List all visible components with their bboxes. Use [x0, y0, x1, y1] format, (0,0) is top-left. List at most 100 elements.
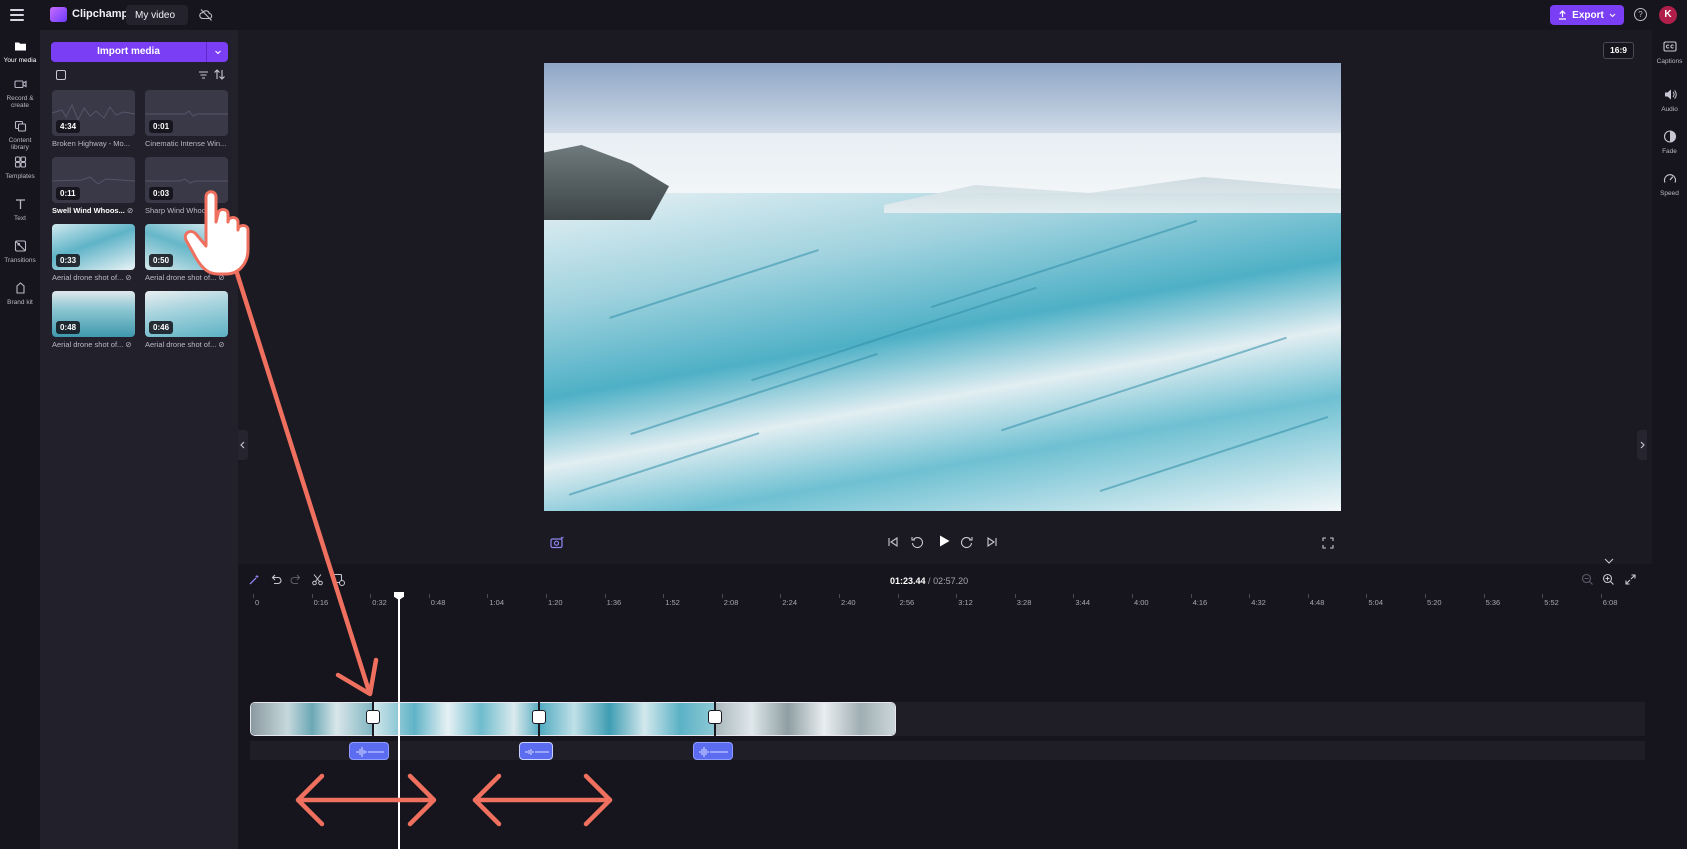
media-duration: 0:01	[149, 120, 174, 133]
media-thumbnail: 0:50	[145, 224, 228, 270]
audio-clip[interactable]	[693, 742, 733, 760]
video-clip[interactable]	[715, 703, 895, 735]
rail-label: Templates	[5, 173, 35, 180]
rail-label: Transitions	[4, 257, 36, 264]
rail-item-record-create[interactable]: Record & create	[0, 78, 40, 109]
rail-item-brand-kit[interactable]: Brand kit	[0, 282, 40, 306]
add-to-timeline-icon[interactable]	[332, 573, 345, 586]
export-button[interactable]: Export	[1550, 5, 1624, 25]
ruler-tick	[1366, 594, 1368, 598]
rail-item-your-media[interactable]: Your media	[0, 40, 40, 64]
captions-icon	[1662, 41, 1677, 52]
rail-item-speed[interactable]: Speed	[1652, 172, 1687, 197]
skip-back-icon[interactable]	[886, 535, 900, 549]
video-preview[interactable]	[544, 63, 1341, 511]
redo-icon[interactable]	[290, 573, 303, 586]
media-tile[interactable]: 0:03 Sharp Wind Whoo...	[145, 157, 228, 215]
media-tile[interactable]: 0:50 Aerial drone shot of... ⊘	[145, 224, 228, 282]
sort-icon[interactable]	[213, 68, 226, 81]
media-tile[interactable]: 0:46 Aerial drone shot of... ⊘	[145, 291, 228, 349]
media-name: Aerial drone shot of... ⊘	[145, 340, 228, 349]
scissors-icon[interactable]	[311, 573, 324, 586]
video-clip[interactable]	[251, 703, 373, 735]
snapshot-icon[interactable]	[550, 536, 564, 549]
select-all-checkbox[interactable]	[56, 70, 66, 80]
filter-icon[interactable]	[198, 70, 209, 80]
ruler-label: 4:32	[1251, 598, 1266, 607]
audio-track	[250, 741, 1645, 760]
media-duration: 0:11	[56, 187, 80, 200]
media-thumbnail: 0:11	[52, 157, 135, 203]
chevron-down-icon	[215, 50, 221, 55]
transition-icon[interactable]	[532, 710, 546, 724]
magic-wand-icon[interactable]	[248, 573, 261, 586]
ruler-tick	[428, 594, 430, 598]
fullscreen-icon[interactable]	[1322, 537, 1334, 549]
media-tile[interactable]: 0:48 Aerial drone shot of... ⊘	[52, 291, 135, 349]
zoom-in-icon[interactable]	[1602, 573, 1615, 586]
ruler-label: 4:16	[1192, 598, 1208, 607]
transition-icon[interactable]	[366, 710, 380, 724]
audio-clip[interactable]	[349, 742, 389, 760]
media-tile[interactable]: 0:33 Aerial drone shot of... ⊘	[52, 224, 135, 282]
collapse-media-panel-button[interactable]	[238, 430, 248, 460]
rewind-5-icon[interactable]	[910, 535, 924, 549]
ruler-tick	[1132, 594, 1133, 598]
undo-icon[interactable]	[269, 573, 282, 586]
ruler-tick	[370, 594, 372, 598]
rail-item-captions[interactable]: Captions	[1652, 40, 1687, 65]
project-title-field[interactable]: My video	[126, 5, 188, 25]
audio-clip[interactable]	[519, 742, 553, 760]
ruler-label: 5:20	[1427, 598, 1442, 607]
library-icon	[14, 120, 26, 132]
media-tile[interactable]: 0:11 Swell Wind Whoos... ⊘	[52, 157, 135, 215]
ruler-tick	[721, 594, 723, 598]
collapse-properties-panel-button[interactable]	[1637, 430, 1647, 460]
rail-item-content-library[interactable]: Content library	[0, 120, 40, 151]
media-name-text: Swell Wind Whoos...	[52, 206, 125, 215]
transition-icon[interactable]	[708, 710, 722, 724]
rail-label: Your media	[3, 57, 37, 64]
fade-icon	[1663, 130, 1676, 143]
media-tile[interactable]: 4:34 Broken Highway - Mo...	[52, 90, 135, 148]
cloud-off-icon[interactable]	[199, 8, 213, 22]
play-icon[interactable]	[936, 533, 952, 549]
playhead[interactable]	[398, 594, 400, 849]
forward-5-icon[interactable]	[960, 535, 974, 549]
import-options-button[interactable]	[206, 42, 228, 62]
rail-item-text[interactable]: Text	[0, 198, 40, 222]
media-duration: 0:46	[149, 321, 174, 334]
ruler-tick	[1600, 594, 1602, 598]
ruler-tick	[311, 594, 313, 598]
ruler-label: 0	[255, 598, 260, 607]
media-thumbnail: 0:46	[145, 291, 228, 337]
media-name-text: Aerial drone shot of...	[145, 340, 217, 349]
media-name-text: Aerial drone shot of...	[145, 273, 217, 282]
export-label: Export	[1572, 9, 1604, 21]
ruler-tick	[897, 594, 899, 598]
rail-item-audio[interactable]: Audio	[1652, 88, 1687, 113]
ruler-tick	[604, 594, 606, 598]
aspect-ratio-button[interactable]: 16:9	[1603, 42, 1634, 59]
media-thumbnail: 0:33	[52, 224, 135, 270]
ruler-tick	[1190, 594, 1192, 598]
help-icon[interactable]: ?	[1634, 8, 1647, 21]
media-thumbnail: 4:34	[52, 90, 135, 136]
media-tile[interactable]: 0:01 Cinematic Intense Win...	[145, 90, 228, 148]
camera-icon	[13, 80, 27, 89]
skip-forward-icon[interactable]	[985, 535, 999, 549]
zoom-out-icon[interactable]	[1581, 573, 1594, 586]
import-media-button[interactable]: Import media	[51, 42, 228, 62]
added-check-icon: ⊘	[218, 340, 225, 349]
ruler-tick	[1014, 594, 1016, 598]
rail-item-transitions[interactable]: Transitions	[0, 240, 40, 264]
hamburger-menu-icon[interactable]	[10, 8, 28, 22]
rail-item-fade[interactable]: Fade	[1652, 130, 1687, 155]
rail-item-templates[interactable]: Templates	[0, 156, 40, 180]
avatar[interactable]: K	[1659, 6, 1677, 24]
ruler-tick	[1483, 594, 1485, 598]
video-clip[interactable]	[539, 703, 715, 735]
video-clip-strip[interactable]	[250, 702, 896, 736]
fit-timeline-icon[interactable]	[1624, 573, 1637, 586]
ruler-label: 5:36	[1485, 598, 1501, 607]
